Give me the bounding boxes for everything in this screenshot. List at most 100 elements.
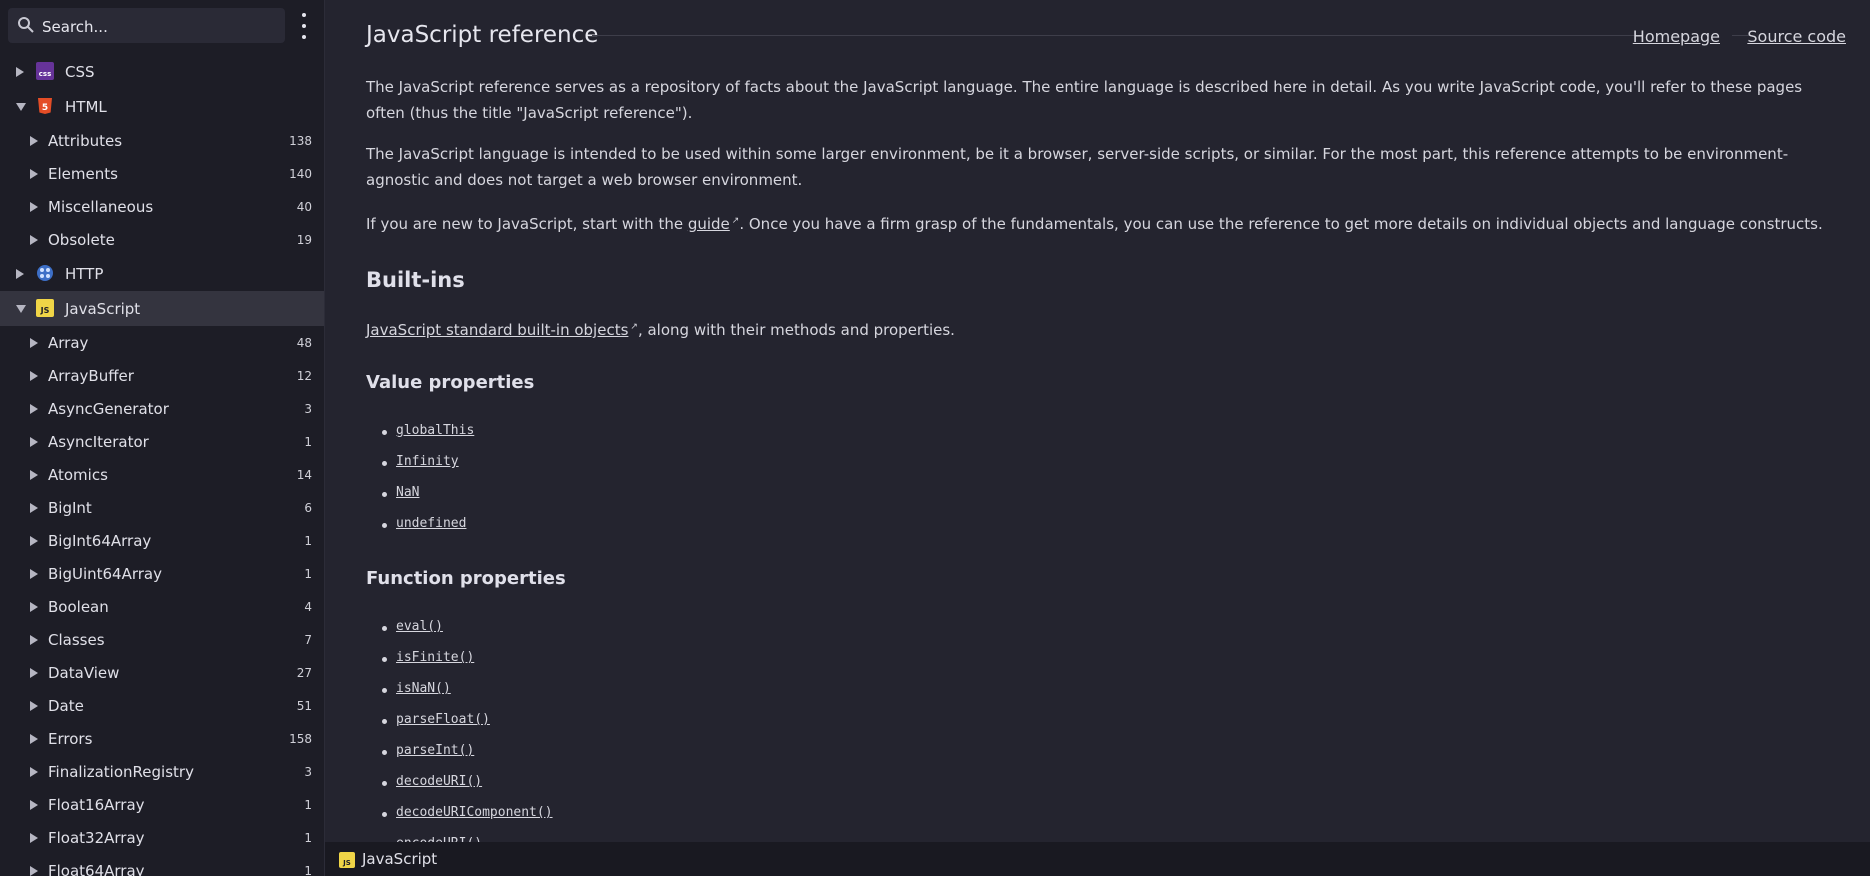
reference-link[interactable]: Infinity — [396, 454, 459, 469]
footer-bar: JS JavaScript — [325, 842, 1870, 876]
sidebar-item-html[interactable]: 5 HTML — [0, 89, 324, 124]
sidebar-item-css[interactable]: css CSS — [0, 54, 324, 89]
caret-right-icon[interactable] — [30, 370, 38, 381]
caret-right-icon[interactable] — [30, 469, 38, 480]
caret-right-icon[interactable] — [30, 135, 38, 146]
sidebar-item-classes[interactable]: Classes 7 — [0, 623, 324, 656]
intro3-text-after: . Once you have a firm grasp of the fund… — [739, 215, 1823, 233]
homepage-link[interactable]: Homepage — [1633, 27, 1720, 46]
caret-right-icon[interactable] — [30, 700, 38, 711]
sidebar-item-miscellaneous[interactable]: Miscellaneous 40 — [0, 190, 324, 223]
sidebar-item-http[interactable]: HTTP — [0, 256, 324, 291]
sidebar-item-array[interactable]: Array 48 — [0, 326, 324, 359]
sidebar-item-obsolete[interactable]: Obsolete 19 — [0, 223, 324, 256]
caret-right-icon[interactable] — [30, 168, 38, 179]
sidebar-item-asyncgenerator[interactable]: AsyncGenerator 3 — [0, 392, 324, 425]
title-divider — [592, 35, 1636, 36]
sidebar: cssCSS5HTMLAttributes138Elements140Misce… — [0, 0, 325, 876]
list-item: NaN — [366, 484, 474, 515]
sidebar-item-asynciterator[interactable]: AsyncIterator 1 — [0, 425, 324, 458]
sidebar-item-float32array[interactable]: Float32Array 1 — [0, 821, 324, 854]
list-item: decodeURI() — [366, 773, 553, 804]
sidebar-item-elements[interactable]: Elements 140 — [0, 157, 324, 190]
caret-right-icon[interactable] — [30, 201, 38, 212]
list-item: decodeURIComponent() — [366, 804, 553, 835]
reference-link[interactable]: eval() — [396, 619, 443, 634]
list-item: parseInt() — [366, 742, 553, 773]
source-code-link[interactable]: Source code — [1747, 27, 1846, 46]
item-count: 6 — [304, 500, 312, 515]
reference-link[interactable]: NaN — [396, 485, 419, 500]
more-menu-icon[interactable] — [294, 13, 314, 39]
sidebar-item-bigint[interactable]: BigInt 6 — [0, 491, 324, 524]
caret-right-icon[interactable] — [30, 766, 38, 777]
sidebar-item-date[interactable]: Date 51 — [0, 689, 324, 722]
caret-right-icon[interactable] — [30, 535, 38, 546]
caret-right-icon[interactable] — [30, 634, 38, 645]
caret-right-icon[interactable] — [16, 66, 24, 77]
caret-right-icon[interactable] — [30, 832, 38, 843]
sidebar-item-label: ArrayBuffer — [48, 366, 134, 385]
caret-right-icon[interactable] — [30, 403, 38, 414]
reference-link[interactable]: isFinite() — [396, 650, 474, 665]
sidebar-item-bigint64array[interactable]: BigInt64Array 1 — [0, 524, 324, 557]
sidebar-item-float16array[interactable]: Float16Array 1 — [0, 788, 324, 821]
caret-right-icon[interactable] — [30, 733, 38, 744]
caret-right-icon[interactable] — [30, 865, 38, 876]
item-count: 12 — [296, 368, 312, 383]
caret-down-icon[interactable] — [16, 102, 26, 111]
sidebar-item-javascript[interactable]: JS JavaScript — [0, 291, 324, 326]
item-count: 1 — [304, 566, 312, 581]
list-item: isNaN() — [366, 680, 553, 711]
title-row: JavaScript reference Homepage Source cod… — [366, 22, 1846, 52]
sidebar-item-finalizationregistry[interactable]: FinalizationRegistry 3 — [0, 755, 324, 788]
reference-link[interactable]: parseFloat() — [396, 712, 490, 727]
reference-link[interactable]: decodeURI() — [396, 774, 482, 789]
footer-label: JavaScript — [362, 850, 438, 868]
search-box[interactable] — [8, 8, 285, 45]
reference-link[interactable]: undefined — [396, 516, 466, 531]
caret-right-icon[interactable] — [30, 234, 38, 245]
builtins-link[interactable]: JavaScript standard built-in objects — [366, 321, 628, 339]
sidebar-item-label: Float32Array — [48, 828, 145, 847]
reference-link[interactable]: isNaN() — [396, 681, 451, 696]
caret-down-icon[interactable] — [16, 304, 26, 313]
sidebar-item-boolean[interactable]: Boolean 4 — [0, 590, 324, 623]
css-icon: css — [36, 62, 54, 80]
caret-right-icon[interactable] — [30, 436, 38, 447]
caret-right-icon[interactable] — [30, 799, 38, 810]
list-item: isFinite() — [366, 649, 553, 680]
reference-link[interactable]: decodeURIComponent() — [396, 805, 553, 820]
item-count: 158 — [289, 731, 312, 746]
sidebar-item-arraybuffer[interactable]: ArrayBuffer 12 — [0, 359, 324, 392]
caret-right-icon[interactable] — [30, 568, 38, 579]
sidebar-item-float64array[interactable]: Float64Array 1 — [0, 854, 324, 876]
intro-paragraph-2: The JavaScript language is intended to b… — [366, 145, 1789, 189]
reference-link[interactable]: parseInt() — [396, 743, 474, 758]
svg-text:5: 5 — [42, 103, 48, 113]
sidebar-item-errors[interactable]: Errors 158 — [0, 722, 324, 755]
guide-link[interactable]: guide — [688, 215, 730, 233]
item-count: 7 — [304, 632, 312, 647]
caret-right-icon[interactable] — [30, 667, 38, 678]
sidebar-item-label: AsyncGenerator — [48, 399, 169, 418]
caret-right-icon[interactable] — [16, 268, 24, 279]
caret-right-icon[interactable] — [30, 502, 38, 513]
search-input[interactable] — [40, 8, 284, 45]
list-item: Infinity — [366, 453, 474, 484]
sidebar-item-biguint64array[interactable]: BigUint64Array 1 — [0, 557, 324, 590]
item-count: 48 — [296, 335, 312, 350]
js-icon: JS — [36, 299, 54, 317]
reference-link[interactable]: globalThis — [396, 423, 474, 438]
http-icon — [37, 265, 53, 281]
sidebar-item-dataview[interactable]: DataView 27 — [0, 656, 324, 689]
sidebar-item-label: JavaScript — [65, 299, 141, 318]
sidebar-item-atomics[interactable]: Atomics 14 — [0, 458, 324, 491]
external-link-icon: ↗ — [630, 322, 638, 332]
item-count: 1 — [304, 830, 312, 845]
caret-right-icon[interactable] — [30, 601, 38, 612]
builtins-text-after: , along with their methods and propertie… — [637, 321, 955, 339]
sidebar-item-label: AsyncIterator — [48, 432, 149, 451]
caret-right-icon[interactable] — [30, 337, 38, 348]
sidebar-item-attributes[interactable]: Attributes 138 — [0, 124, 324, 157]
